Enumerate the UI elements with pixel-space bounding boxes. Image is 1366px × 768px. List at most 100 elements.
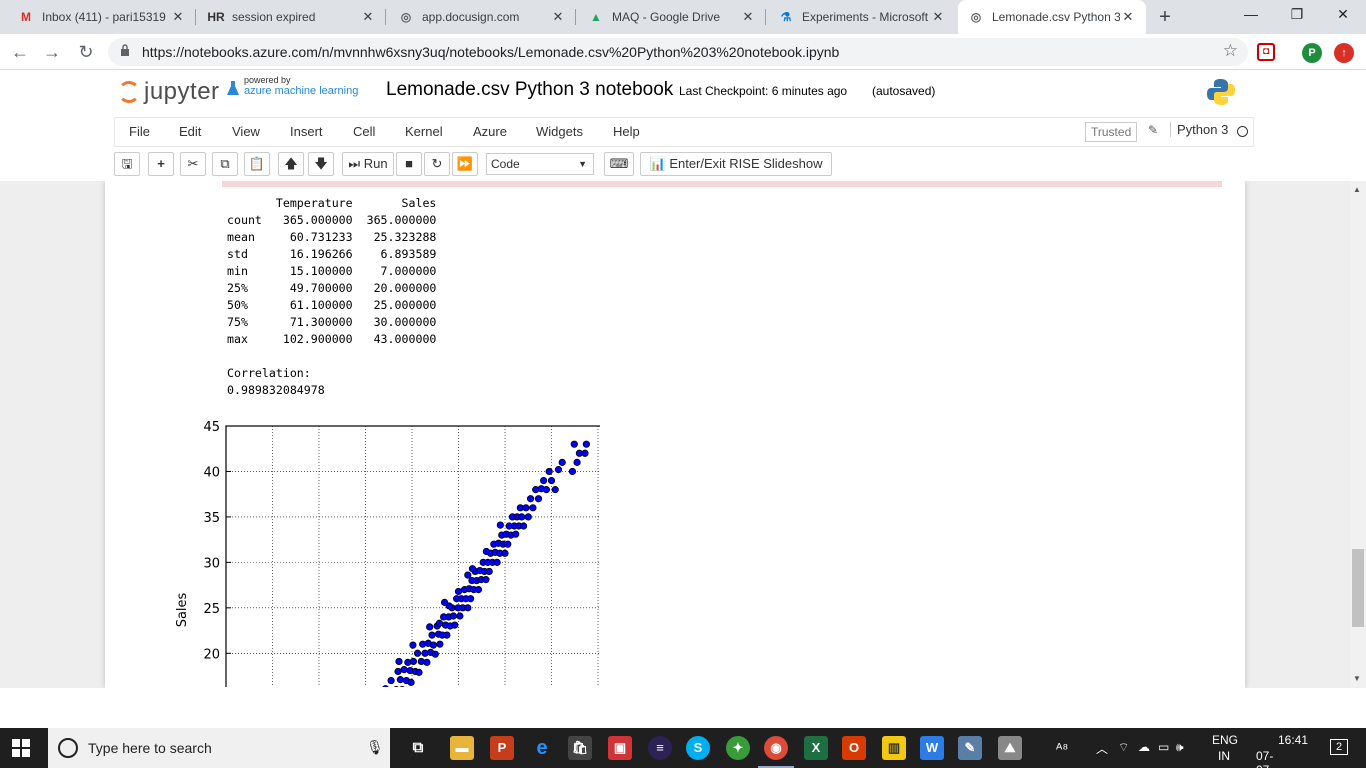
scroll-up-icon[interactable]: ▲ [1353, 185, 1361, 194]
scatter-point [568, 467, 577, 476]
powerpoint-icon[interactable]: P [490, 736, 514, 760]
scroll-down-icon[interactable]: ▼ [1353, 674, 1361, 683]
excel-icon[interactable]: X [804, 736, 828, 760]
eclipse-icon[interactable]: ≡ [648, 736, 672, 760]
pencil-icon[interactable]: ✎ [1148, 123, 1158, 137]
run-button[interactable]: ⏭ Run [342, 152, 394, 176]
reload-icon[interactable]: ↻ [74, 40, 98, 64]
menu-item[interactable]: Azure [473, 124, 507, 139]
minimize-button[interactable]: — [1228, 0, 1274, 30]
notification-badge[interactable]: 2 [1330, 739, 1348, 755]
browser-tab[interactable]: HR session expired ✕ [198, 0, 386, 34]
battery-icon[interactable]: ▭ [1158, 740, 1169, 754]
menu-item[interactable]: Edit [179, 124, 201, 139]
menu-item[interactable]: File [129, 124, 150, 139]
scatter-point [394, 667, 402, 676]
restart-run-all-icon[interactable]: ⏩ [452, 152, 478, 176]
taskbar-search[interactable]: Type here to search 🎙 [48, 728, 390, 768]
skype-icon[interactable]: S [686, 736, 710, 760]
clock-time[interactable]: 16:41 [1278, 733, 1308, 747]
scatter-point [413, 649, 422, 657]
scroll-thumb[interactable] [1352, 549, 1364, 627]
cell-type-select[interactable]: Code ▼ [486, 153, 594, 175]
chrome-icon[interactable]: ◉ [758, 736, 794, 768]
move-up-icon[interactable]: 🡅 [278, 152, 304, 176]
restore-button[interactable]: ❐ [1274, 0, 1320, 30]
close-tab-icon[interactable]: ✕ [170, 9, 186, 25]
back-icon[interactable]: ← [8, 40, 32, 64]
volume-icon[interactable]: 🕪 [1176, 740, 1184, 755]
browser-tab[interactable]: M Inbox (411) - pari15319 ✕ [8, 0, 196, 34]
browser-tab[interactable]: ▲ MAQ - Google Drive ✕ [578, 0, 766, 34]
menu-item[interactable]: View [232, 124, 260, 139]
sway-icon[interactable]: W [920, 736, 944, 760]
photos-icon[interactable]: ⛰ [998, 736, 1022, 760]
task-view-icon[interactable]: ⧉ [406, 736, 430, 760]
browser-tab[interactable]: ◎ app.docusign.com ✕ [388, 0, 576, 34]
jupyter-logo[interactable]: jupyter [118, 77, 220, 107]
menu-item[interactable]: Help [613, 124, 640, 139]
profile-avatar[interactable]: P [1302, 43, 1322, 63]
scatter-point [431, 650, 439, 658]
address-bar[interactable]: https://notebooks.azure.com/n/mvnnhw6xsn… [108, 38, 1248, 66]
people-icon[interactable]: ᴬ⁸ [1056, 740, 1068, 756]
move-down-icon[interactable]: 🡇 [308, 152, 334, 176]
office-icon[interactable]: O [842, 736, 866, 760]
scatter-point [573, 458, 581, 466]
browser-tab[interactable]: ◎ Lemonade.csv Python 3 ✕ [958, 0, 1146, 34]
copy-icon[interactable]: ⧉ [212, 152, 238, 176]
close-tab-icon[interactable]: ✕ [360, 9, 376, 25]
map-icon[interactable]: ✦ [726, 736, 750, 760]
forward-icon[interactable]: → [40, 40, 64, 64]
insert-cell-icon[interactable]: + [148, 152, 174, 176]
scatter-point [435, 619, 444, 627]
menu-bar: File Edit View Insert Cell Kernel Azure Widgets… [114, 117, 1254, 147]
wifi-icon[interactable]: ⌔ [1118, 740, 1129, 755]
file-explorer-icon[interactable]: ▬ [450, 736, 474, 760]
kernel-name[interactable]: Python 3 [1170, 122, 1228, 137]
cut-icon[interactable]: ✂ [180, 152, 206, 176]
pen-tool-icon[interactable]: ✎ [958, 736, 982, 760]
menu-item[interactable]: Insert [290, 124, 323, 139]
edge-icon[interactable]: e [530, 736, 554, 760]
checkpoint-status: Last Checkpoint: 6 minutes ago [679, 84, 848, 98]
trusted-indicator[interactable]: Trusted [1085, 122, 1138, 142]
cloud-icon[interactable]: ☁ [1138, 740, 1150, 754]
page-scrollbar[interactable]: ▲ ▼ [1350, 181, 1366, 688]
interrupt-icon[interactable]: ■ [396, 152, 422, 176]
extension-icon[interactable]: ◘ [1257, 43, 1275, 61]
close-tab-icon[interactable]: ✕ [930, 9, 946, 25]
power-bi-icon[interactable]: ▥ [882, 736, 906, 760]
restart-icon[interactable]: ↻ [424, 152, 450, 176]
menu-item[interactable]: Kernel [405, 124, 443, 139]
menu-item[interactable]: Cell [353, 124, 375, 139]
language-top[interactable]: ENG [1212, 733, 1238, 747]
cortana-icon [58, 738, 78, 758]
save-icon[interactable]: 🖫 [114, 152, 140, 176]
reader-icon[interactable]: ▣ [608, 736, 632, 760]
close-tab-icon[interactable]: ✕ [550, 9, 566, 25]
jupyter-logo-text: jupyter [144, 78, 220, 105]
keyboard-icon[interactable]: ⌨ [604, 152, 634, 176]
describe-row: min 15.100000 7.000000 [227, 264, 437, 278]
bookmark-star-icon[interactable]: ☆ [1223, 41, 1238, 61]
close-tab-icon[interactable]: ✕ [1120, 9, 1136, 25]
microphone-icon[interactable]: 🎙 [366, 739, 384, 756]
rise-slideshow-button[interactable]: 📊 Enter/Exit RISE Slideshow [640, 152, 832, 176]
update-icon[interactable]: ↑ [1334, 43, 1354, 63]
language-bottom[interactable]: IN [1218, 749, 1230, 763]
chevron-up-icon[interactable]: ︿ [1096, 740, 1108, 757]
browser-tab[interactable]: ⚗ Experiments - Microsoft ✕ [768, 0, 956, 34]
close-tab-icon[interactable]: ✕ [740, 9, 756, 25]
close-window-button[interactable]: ✕ [1320, 0, 1366, 30]
notebook-title[interactable]: Lemonade.csv Python 3 notebook [386, 79, 673, 101]
autosave-status: (autosaved) [872, 84, 936, 98]
clock-date[interactable]: 07-07-2019 [1256, 749, 1283, 768]
y-tick-label: 20 [203, 647, 220, 662]
scatter-point [529, 504, 537, 512]
new-tab-button[interactable]: + [1152, 4, 1178, 30]
windows-start-icon[interactable] [12, 739, 30, 757]
store-icon[interactable]: 🛍 [568, 736, 592, 760]
paste-icon[interactable]: 📋 [244, 152, 270, 176]
menu-item[interactable]: Widgets [536, 124, 583, 139]
